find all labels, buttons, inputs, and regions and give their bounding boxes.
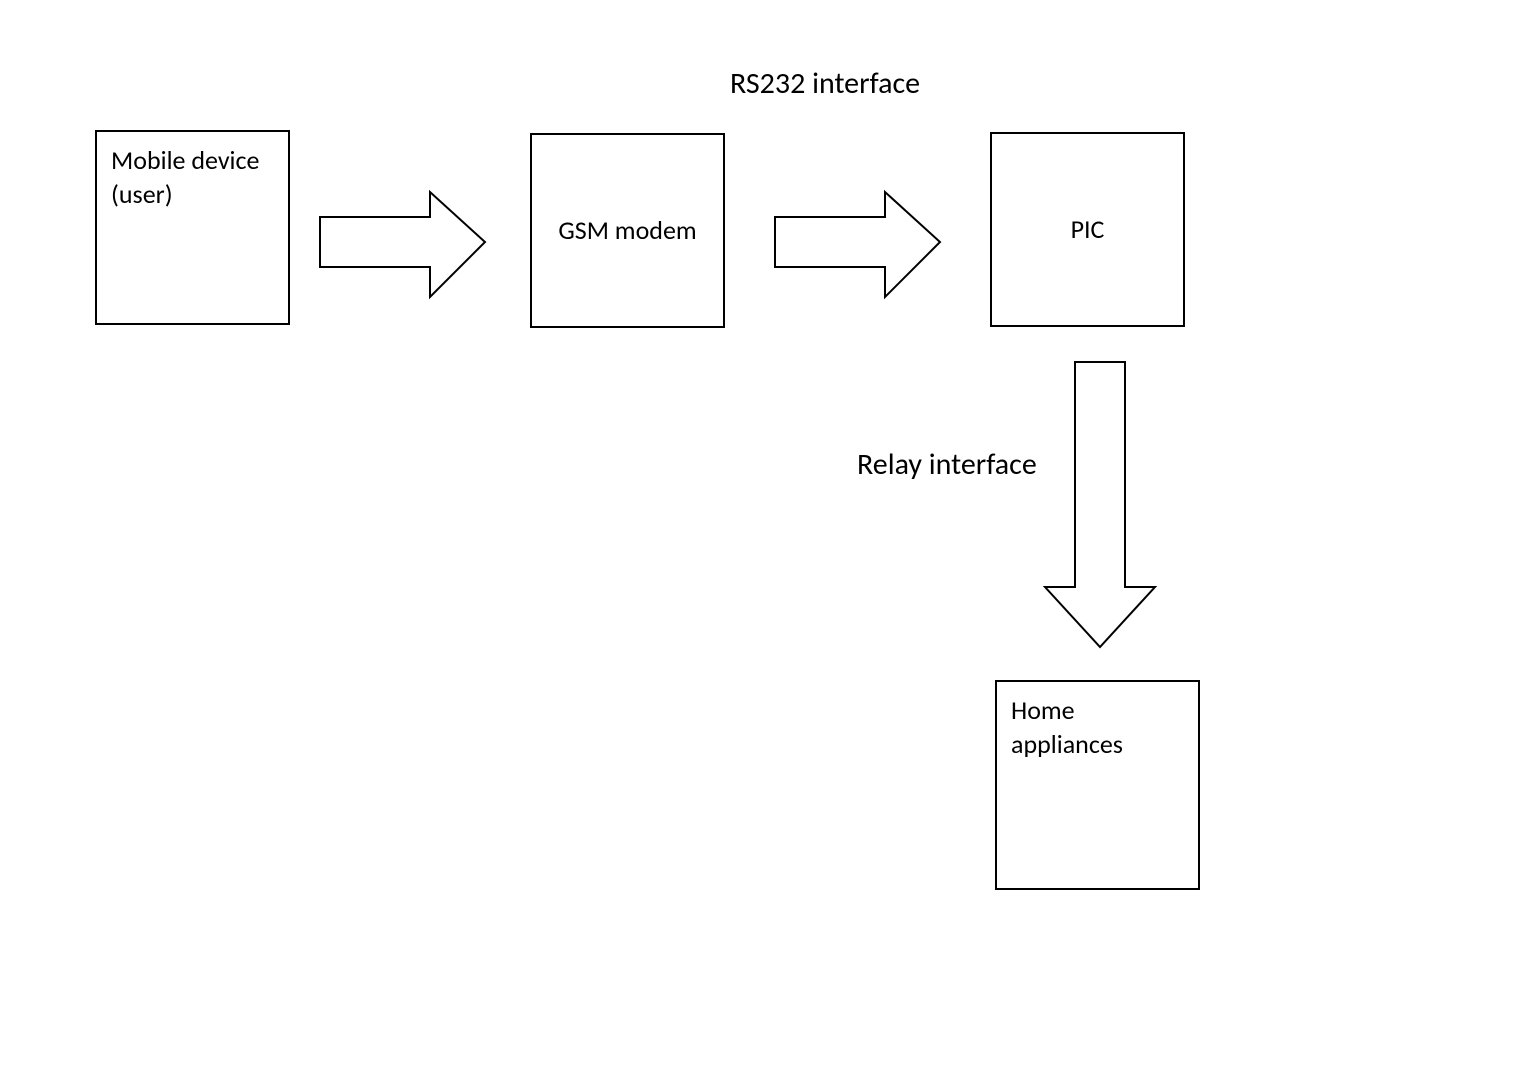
mobile-device-text: Mobile device (user): [111, 144, 259, 210]
home-appliances-text: Home appliances: [1011, 694, 1123, 760]
pic-box: PIC: [990, 132, 1185, 327]
gsm-modem-box: GSM modem: [530, 133, 725, 328]
gsm-modem-text: GSM modem: [558, 214, 696, 248]
arrow-gsm-to-pic: [775, 182, 945, 307]
arrow-pic-to-home: [1040, 362, 1160, 652]
rs232-interface-label: RS232 interface: [730, 65, 920, 102]
pic-text: PIC: [1071, 213, 1105, 247]
relay-interface-label: Relay interface: [857, 446, 1037, 483]
mobile-device-box: Mobile device (user): [95, 130, 290, 325]
home-appliances-box: Home appliances: [995, 680, 1200, 890]
arrow-mobile-to-gsm: [320, 182, 490, 307]
